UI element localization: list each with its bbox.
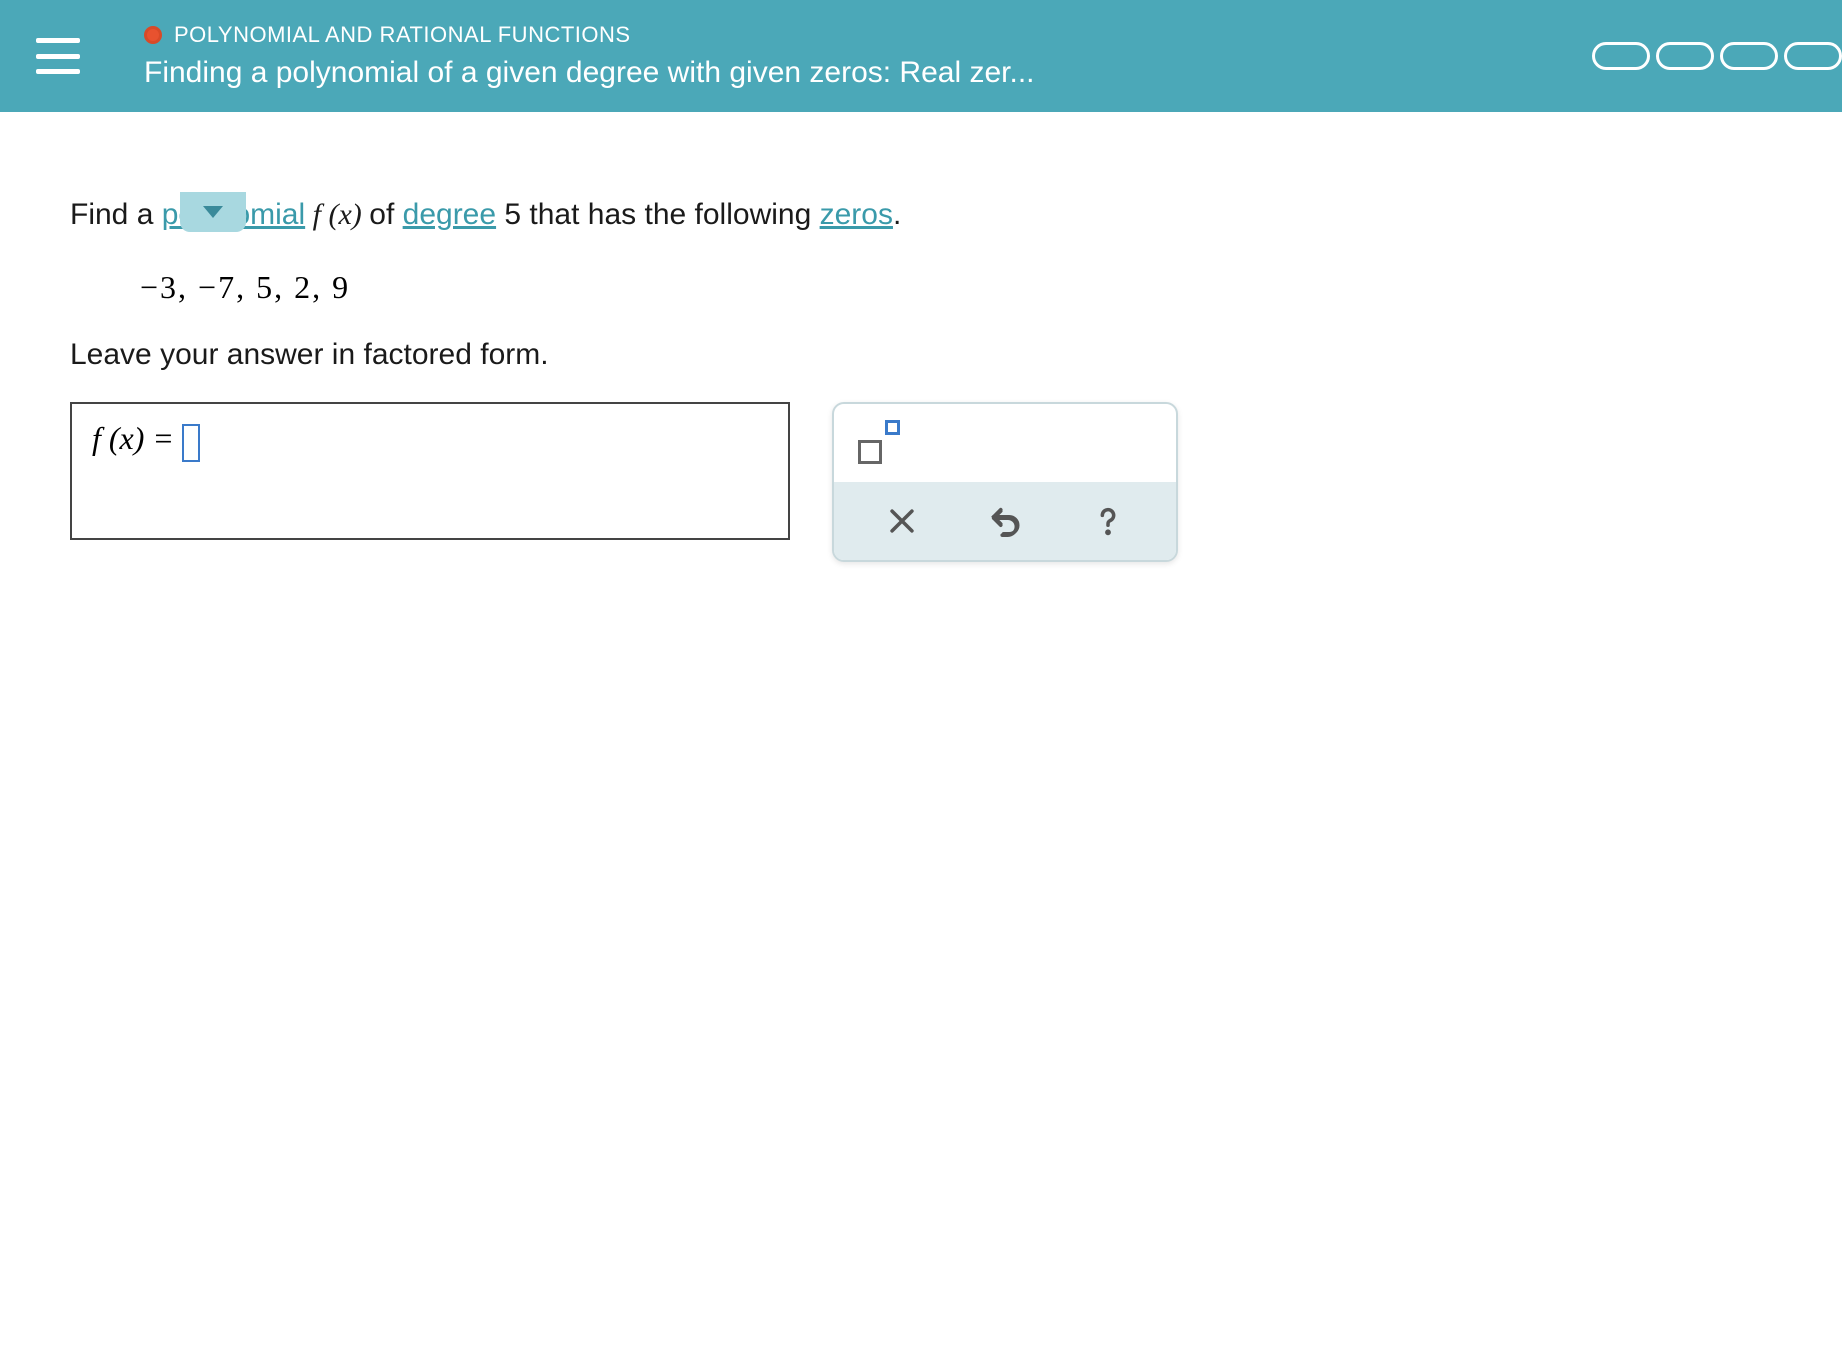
answer-input-box[interactable]: f (x) =: [70, 402, 790, 540]
progress-pill: [1720, 42, 1778, 70]
page-title: Finding a polynomial of a given degree w…: [144, 56, 1035, 90]
progress-pill: [1784, 42, 1842, 70]
fx-notation: f (x): [305, 198, 369, 231]
question-text: Find a polynomial f (x) of degree 5 that…: [70, 192, 1772, 237]
header-text: POLYNOMIAL AND RATIONAL FUNCTIONS Findin…: [144, 22, 1035, 90]
math-input-cursor[interactable]: [182, 424, 200, 462]
progress-indicator: [1592, 42, 1842, 70]
status-dot-icon: [144, 26, 162, 44]
question-suffix: .: [893, 198, 901, 231]
exponent-tool-icon[interactable]: [858, 422, 900, 464]
tool-panel: [832, 402, 1178, 562]
header-bar: POLYNOMIAL AND RATIONAL FUNCTIONS Findin…: [0, 0, 1842, 112]
degree-value: 5 that has the following: [496, 198, 820, 231]
category-row: POLYNOMIAL AND RATIONAL FUNCTIONS: [144, 22, 1035, 48]
tool-top-row: [834, 404, 1176, 482]
term-degree-link[interactable]: degree: [403, 198, 496, 231]
content-area: Find a polynomial f (x) of degree 5 that…: [0, 192, 1842, 562]
answer-area: f (x) =: [70, 402, 1772, 562]
menu-icon[interactable]: [36, 38, 80, 74]
help-button[interactable]: [1086, 499, 1130, 543]
undo-button[interactable]: [983, 499, 1027, 543]
progress-pill: [1656, 42, 1714, 70]
answer-lhs: f (x) =: [92, 420, 174, 457]
zeros-list: −3, −7, 5, 2, 9: [140, 269, 1772, 306]
tool-bottom-row: [834, 482, 1176, 560]
term-zeros-link[interactable]: zeros: [820, 198, 893, 231]
chevron-down-icon[interactable]: [180, 192, 246, 232]
instruction-text: Leave your answer in factored form.: [70, 338, 1772, 372]
question-of: of: [369, 198, 402, 231]
progress-pill: [1592, 42, 1650, 70]
question-prefix: Find a: [70, 198, 162, 231]
category-label: POLYNOMIAL AND RATIONAL FUNCTIONS: [174, 22, 631, 48]
clear-button[interactable]: [880, 499, 924, 543]
